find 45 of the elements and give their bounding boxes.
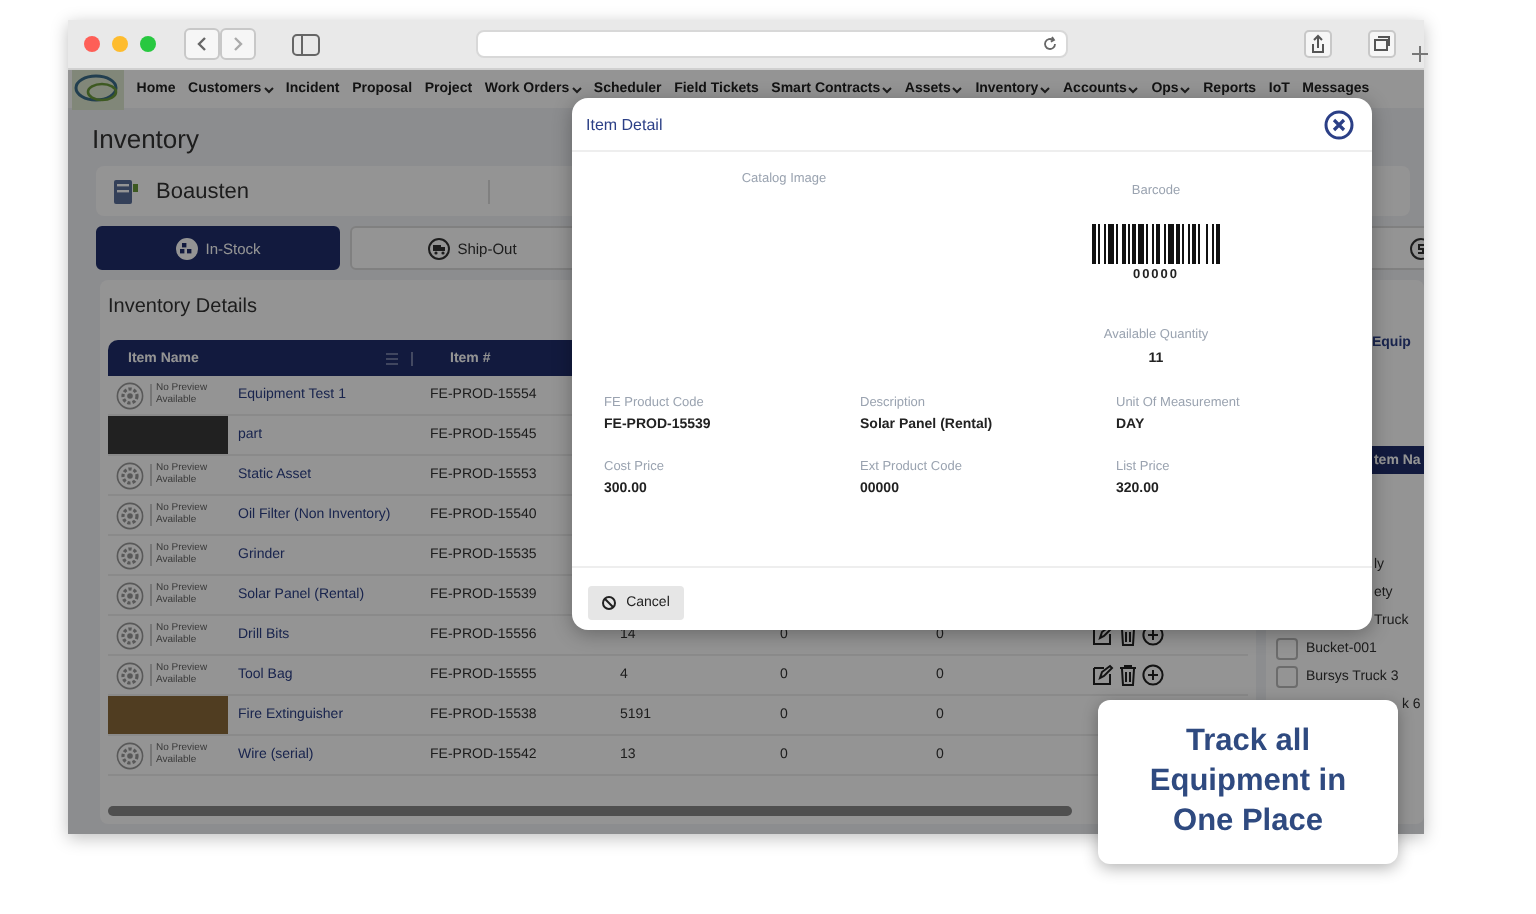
chevron-down-icon bbox=[263, 85, 274, 93]
trash-icon[interactable] bbox=[1118, 664, 1138, 686]
section-title: Inventory Details bbox=[108, 296, 257, 318]
new-tab-icon[interactable] bbox=[1408, 42, 1432, 66]
chevron-down-icon bbox=[1180, 85, 1191, 93]
chevron-down-icon bbox=[571, 85, 582, 93]
document-icon bbox=[112, 177, 140, 205]
scrollbar[interactable] bbox=[108, 806, 1072, 816]
location-name: Boausten bbox=[156, 179, 491, 203]
chevron-down-icon bbox=[952, 85, 963, 93]
checkbox[interactable] bbox=[1275, 637, 1298, 659]
tabs-icon[interactable] bbox=[1368, 30, 1396, 58]
boxes-icon bbox=[175, 237, 198, 259]
gear-icon bbox=[116, 501, 144, 529]
chevron-left-icon bbox=[196, 36, 208, 52]
gear-icon bbox=[116, 381, 144, 409]
reload-icon[interactable] bbox=[1042, 36, 1058, 52]
gear-icon bbox=[116, 621, 144, 649]
dialog-title: Item Detail bbox=[586, 115, 663, 133]
back-button[interactable] bbox=[184, 28, 220, 60]
edit-icon[interactable] bbox=[1092, 664, 1114, 686]
maximize-window-dot[interactable] bbox=[140, 36, 156, 52]
checkbox[interactable] bbox=[1275, 665, 1298, 687]
gear-icon bbox=[116, 461, 144, 489]
gear-icon bbox=[116, 661, 144, 689]
chevron-down-icon bbox=[882, 85, 893, 93]
barcode-drawing bbox=[1092, 224, 1220, 264]
logo-icon[interactable] bbox=[72, 70, 124, 109]
close-window-dot[interactable] bbox=[84, 36, 100, 52]
page-title: Inventory bbox=[92, 124, 199, 154]
cancel-icon bbox=[602, 596, 617, 610]
close-icon[interactable] bbox=[1324, 109, 1354, 139]
chevron-down-icon bbox=[1040, 85, 1051, 93]
gear-icon bbox=[116, 581, 144, 609]
gear-icon bbox=[116, 741, 144, 769]
chevron-right-icon bbox=[232, 36, 244, 52]
sidebar-icon[interactable] bbox=[292, 33, 320, 55]
callout-text: Track all Equipment in One Place bbox=[1147, 721, 1349, 843]
chevron-down-icon bbox=[1128, 85, 1139, 93]
share-icon[interactable] bbox=[1304, 30, 1332, 58]
minimize-window-dot[interactable] bbox=[112, 36, 128, 52]
gear-icon bbox=[116, 541, 144, 569]
edit-icon[interactable] bbox=[1092, 624, 1114, 646]
truck-icon bbox=[427, 237, 450, 259]
plus-circle-icon[interactable] bbox=[1142, 664, 1164, 686]
